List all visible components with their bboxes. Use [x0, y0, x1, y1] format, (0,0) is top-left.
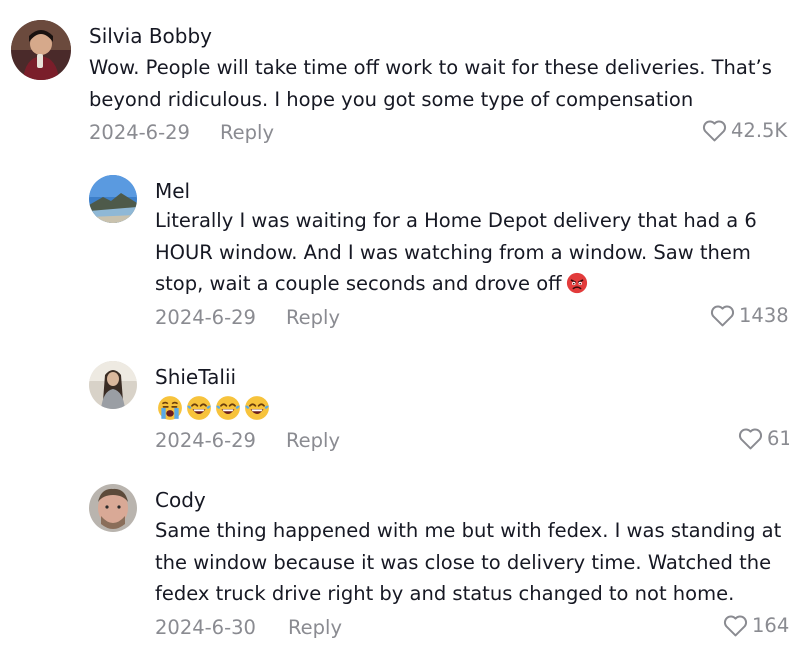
heart-outline-icon [702, 120, 727, 142]
like-button[interactable]: 1438 [710, 304, 789, 327]
reply-button[interactable]: Reply [286, 429, 340, 452]
comment-author[interactable]: ShieTalii [155, 365, 236, 389]
comment-date: 2024-6-29 [89, 121, 190, 144]
comment-text: Same thing happened with me but with fed… [155, 519, 782, 605]
reply-button[interactable]: Reply [286, 306, 340, 329]
like-count: 42.5K [731, 119, 788, 142]
like-button[interactable]: 164 [723, 614, 789, 637]
avatar-image [89, 361, 137, 409]
avatar[interactable] [89, 484, 137, 532]
comment-text-body: Literally I was waiting for a Home Depot… [155, 209, 757, 295]
avatar[interactable] [89, 361, 137, 409]
comment-text: Literally I was waiting for a Home Depot… [155, 205, 775, 300]
tears-of-joy-icon [216, 396, 240, 420]
like-count: 164 [752, 614, 789, 637]
heart-outline-icon [723, 615, 748, 637]
reply-button[interactable]: Reply [288, 616, 342, 639]
angry-face-icon [566, 272, 587, 294]
avatar-image [89, 175, 137, 223]
comment-item: Mel Literally I was waiting for a Home D… [0, 165, 789, 345]
comment-date: 2024-6-29 [155, 306, 256, 329]
avatar[interactable] [89, 175, 137, 223]
tears-of-joy-icon [187, 396, 211, 420]
crying-face-icon [158, 396, 182, 420]
comment-item: Cody Same thing happened with me but wit… [0, 480, 789, 659]
comment-date: 2024-6-29 [155, 429, 256, 452]
avatar[interactable] [11, 20, 71, 80]
like-button[interactable]: 42.5K [702, 119, 787, 142]
comment-item: ShieTalii 2024-6-29 Reply 61 [0, 355, 789, 475]
comment-author[interactable]: Silvia Bobby [89, 24, 212, 48]
comment-item: Silvia Bobby Wow. People will take time … [0, 0, 789, 160]
comment-text: Wow. People will take time off work to w… [89, 56, 772, 111]
avatar-image [11, 20, 71, 80]
like-count: 61 [767, 427, 789, 450]
avatar-image [89, 484, 137, 532]
heart-outline-icon [738, 428, 763, 450]
heart-outline-icon [710, 305, 735, 327]
like-count: 1438 [739, 304, 789, 327]
comment-author[interactable]: Mel [155, 179, 190, 203]
tears-of-joy-icon [245, 396, 269, 420]
like-button[interactable]: 61 [738, 427, 789, 450]
emoji-row [157, 395, 270, 421]
comment-date: 2024-6-30 [155, 616, 256, 639]
reply-button[interactable]: Reply [220, 121, 274, 144]
comment-author[interactable]: Cody [155, 488, 206, 512]
